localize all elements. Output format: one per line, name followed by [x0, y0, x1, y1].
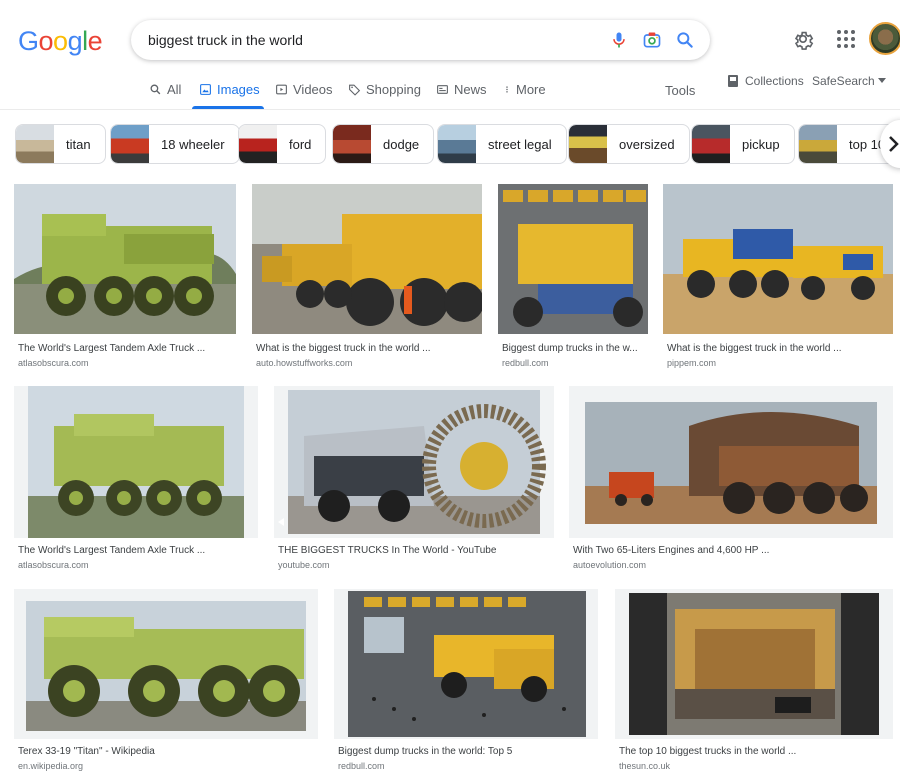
chip-oversized[interactable]: oversized — [568, 124, 690, 164]
news-icon — [437, 85, 448, 94]
tag-icon — [349, 84, 361, 96]
image-result[interactable]: The World's Largest Tandem Axle Truck ..… — [14, 184, 236, 374]
result-source: atlasobscura.com — [18, 560, 89, 570]
result-title[interactable]: What is the biggest truck in the world .… — [256, 343, 480, 354]
chip-18-wheeler[interactable]: 18 wheeler — [110, 124, 240, 164]
chip-pickup[interactable]: pickup — [691, 124, 795, 164]
result-title[interactable]: What is the biggest truck in the world .… — [667, 343, 891, 354]
chip-thumbnail — [438, 125, 476, 163]
result-title[interactable]: THE BIGGEST TRUCKS In The World - YouTub… — [278, 545, 554, 556]
collections-icon — [728, 75, 738, 87]
search-icon — [150, 84, 161, 95]
video-icon — [276, 84, 287, 95]
chip-thumbnail — [16, 125, 54, 163]
search-input[interactable] — [148, 20, 588, 60]
account-avatar[interactable] — [869, 22, 900, 55]
gear-icon[interactable] — [792, 28, 814, 50]
collections-label: Collections — [745, 74, 804, 88]
tab-all-label: All — [167, 82, 182, 97]
chip-thumbnail — [569, 125, 607, 163]
chip-thumbnail — [239, 125, 277, 163]
image-result[interactable]: What is the biggest truck in the world .… — [663, 184, 893, 374]
chip-titan[interactable]: titan — [15, 124, 106, 164]
tab-more[interactable]: More — [503, 82, 546, 97]
image-result[interactable]: Biggest dump trucks in the w... redbull.… — [498, 184, 648, 374]
image-icon — [200, 84, 211, 95]
chevron-right-icon — [889, 136, 899, 152]
result-image — [14, 386, 258, 538]
result-source: youtube.com — [278, 560, 330, 570]
apps-grid-icon[interactable] — [836, 29, 856, 49]
chip-thumbnail — [692, 125, 730, 163]
tab-more-label: More — [516, 82, 546, 97]
result-image — [14, 589, 318, 739]
image-result[interactable]: With Two 65-Liters Engines and 4,600 HP … — [569, 386, 893, 576]
search-box — [131, 20, 710, 60]
tab-news[interactable]: News — [436, 82, 487, 97]
result-image — [569, 386, 893, 538]
image-result[interactable]: Terex 33-19 "Titan" - Wikipedia en.wikip… — [14, 589, 318, 779]
result-image — [252, 184, 482, 334]
result-source: atlasobscura.com — [18, 358, 89, 368]
image-result[interactable]: The top 10 biggest trucks in the world .… — [615, 589, 893, 779]
more-vert-icon — [506, 86, 508, 93]
dropdown-arrow-icon — [877, 78, 886, 83]
tools-button[interactable]: Tools — [665, 83, 695, 98]
result-source: redbull.com — [338, 761, 385, 771]
chip-label: oversized — [619, 136, 675, 152]
result-title[interactable]: The World's Largest Tandem Axle Truck ..… — [18, 545, 258, 556]
image-result[interactable]: Biggest dump trucks in the world: Top 5 … — [334, 589, 598, 779]
result-image — [498, 184, 648, 334]
tab-images-label: Images — [217, 82, 260, 97]
result-title[interactable]: Biggest dump trucks in the w... — [502, 343, 648, 354]
chip-street-legal[interactable]: street legal — [437, 124, 567, 164]
collections-button[interactable]: Collections — [727, 74, 804, 88]
camera-search-icon[interactable] — [642, 30, 662, 50]
result-image — [663, 184, 893, 334]
chip-label: dodge — [383, 136, 420, 152]
chip-ford[interactable]: ford — [238, 124, 327, 164]
tab-shopping-label: Shopping — [366, 82, 421, 97]
tab-images[interactable]: Images — [199, 82, 260, 97]
result-source: redbull.com — [502, 358, 549, 368]
safesearch-dropdown[interactable]: SafeSearch — [812, 74, 886, 88]
chip-label: titan — [66, 136, 91, 152]
header-divider — [0, 109, 900, 110]
safesearch-label: SafeSearch — [812, 74, 875, 88]
chip-thumbnail — [799, 125, 837, 163]
result-title[interactable]: With Two 65-Liters Engines and 4,600 HP … — [573, 545, 893, 556]
chip-dodge[interactable]: dodge — [332, 124, 435, 164]
search-icon[interactable] — [675, 30, 695, 50]
result-image — [14, 184, 236, 334]
result-source: en.wikipedia.org — [18, 761, 84, 771]
chip-label: street legal — [488, 136, 552, 152]
chip-label: pickup — [742, 136, 780, 152]
tab-shopping[interactable]: Shopping — [348, 82, 421, 97]
image-result[interactable]: THE BIGGEST TRUCKS In The World - YouTub… — [274, 386, 554, 576]
google-logo[interactable]: Google — [18, 26, 103, 57]
result-image — [274, 386, 554, 538]
result-title[interactable]: The World's Largest Tandem Axle Truck ..… — [18, 343, 234, 354]
chip-thumbnail — [111, 125, 149, 163]
chip-label: ford — [289, 136, 312, 152]
tab-videos[interactable]: Videos — [275, 82, 333, 97]
image-result[interactable]: What is the biggest truck in the world .… — [252, 184, 482, 374]
chip-thumbnail — [333, 125, 371, 163]
tab-all[interactable]: All — [149, 82, 181, 97]
result-source: auto.howstuffworks.com — [256, 358, 353, 368]
microphone-icon[interactable] — [609, 30, 629, 50]
result-title[interactable]: Terex 33-19 "Titan" - Wikipedia — [18, 746, 318, 757]
result-title[interactable]: The top 10 biggest trucks in the world .… — [619, 746, 893, 757]
tab-videos-label: Videos — [293, 82, 333, 97]
chip-label: 18 wheeler — [161, 136, 225, 152]
result-source: thesun.co.uk — [619, 761, 671, 771]
related-searches-chips: titan 18 wheeler ford dodge street legal… — [0, 124, 900, 164]
result-title[interactable]: Biggest dump trucks in the world: Top 5 — [338, 746, 598, 757]
tab-news-label: News — [454, 82, 487, 97]
image-result[interactable]: The World's Largest Tandem Axle Truck ..… — [14, 386, 258, 576]
result-source: pippem.com — [667, 358, 717, 368]
result-image — [615, 589, 893, 739]
result-image — [334, 589, 598, 739]
result-source: autoevolution.com — [573, 560, 647, 570]
